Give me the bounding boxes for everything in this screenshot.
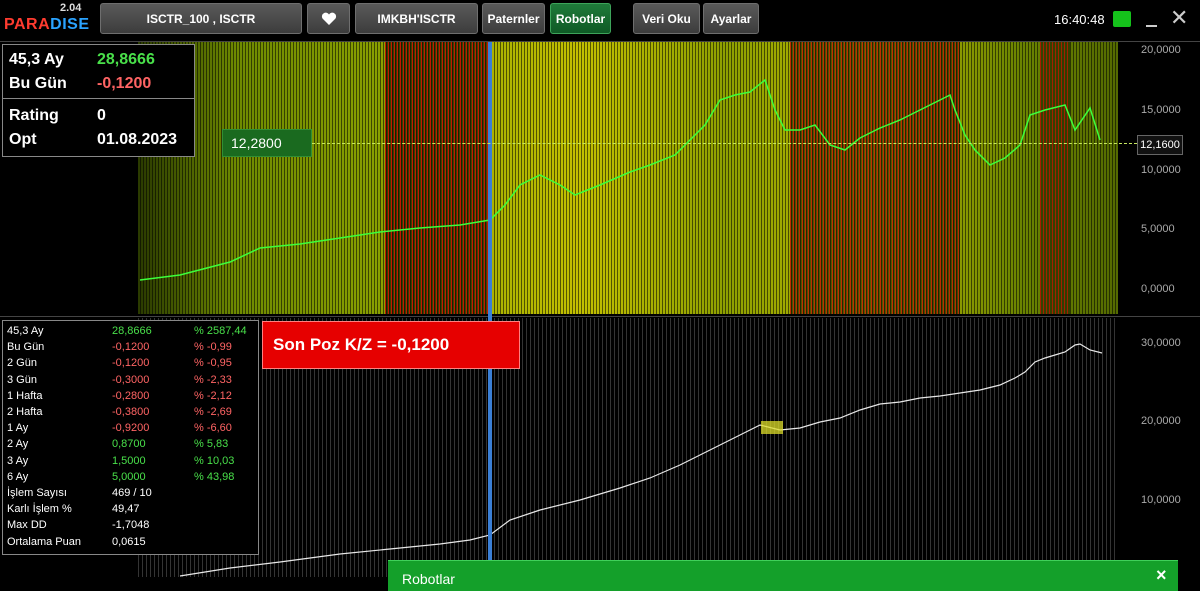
summary-box: 45,3 Ay 28,8666 Bu Gün -0,1200 Rating 0 Opt… [2,44,195,157]
stats-label: 3 Ay [7,454,29,467]
stats-percent: % 10,03 [194,454,235,467]
stats-percent: % -6,60 [194,422,232,435]
stats-label: 6 Ay [7,470,29,483]
stats-label: Karlı İşlem % [7,503,72,516]
stats-label: 1 Hafta [7,389,43,402]
stats-row: Max DD -1,7048 [7,519,257,533]
stats-label: 1 Ay [7,422,29,435]
stats-label: Ortalama Puan [7,535,81,548]
summary-row: Rating 0 [9,107,106,124]
stats-percent: % 43,98 [194,470,235,483]
stats-label: Bu Gün [7,341,45,354]
stats-value: -0,9200 [112,422,150,435]
stats-percent: % -0,99 [194,341,232,354]
stats-value: -0,1200 [112,341,150,354]
last-position-pnl-banner: Son Poz K/Z = -0,1200 [262,321,520,369]
stats-value: -0,3000 [112,373,150,386]
stats-label: İşlem Sayısı [7,487,67,499]
divider [3,98,194,99]
cursor-line[interactable] [488,42,492,577]
stats-row: Ortalama Puan 0,0615 [7,536,257,550]
stats-row: 2 Hafta -0,3800 % -2,69 [7,406,257,420]
stats-row: 6 Ay 5,0000 % 43,98 [7,471,257,485]
current-price-line [312,143,1137,144]
stats-value: 49,47 [112,503,140,516]
current-price-tag: 12,2800 [222,129,312,157]
stats-value: 1,5000 [112,454,146,467]
stats-label: 2 Ay [7,438,29,451]
stats-label: 2 Gün [7,357,37,370]
stats-row: 3 Ay 1,5000 % 10,03 [7,455,257,469]
stats-value: 0,8700 [112,438,146,451]
stats-row: 2 Gün -0,1200 % -0,95 [7,357,257,371]
summary-row: Opt 01.08.2023 [9,131,178,148]
stats-percent: % -2,69 [194,406,232,418]
stats-row: 1 Ay -0,9200 % -6,60 [7,422,257,436]
stats-percent: % -0,95 [194,357,232,370]
stats-value: 5,0000 [112,470,146,483]
stats-percent: % 2587,44 [194,325,247,337]
stats-row: 2 Ay 0,8700 % 5,83 [7,438,257,452]
stats-row: Karlı İşlem % 49,47 [7,503,257,517]
stats-row: İşlem Sayısı 469 / 10 [7,487,257,501]
performance-stats-panel: 45,3 Ay 28,8666 % 2587,44 Bu Gün -0,1200 % -0… [2,320,259,555]
stats-value: 28,8666 [112,325,152,337]
stats-percent: % 5,83 [194,438,229,451]
stats-percent: % -2,33 [194,373,232,386]
stats-label: 3 Gün [7,373,37,386]
price-line [139,78,1101,281]
stats-row: Bu Gün -0,1200 % -0,99 [7,341,257,355]
stats-percent: % -2,12 [194,389,232,402]
summary-row: 45,3 Ay 28,8666 [9,51,155,68]
stats-value: -0,1200 [112,357,150,370]
stats-row: 45,3 Ay 28,8666 % 2587,44 [7,325,257,339]
stats-value: -1,7048 [112,519,150,532]
stats-label: 2 Hafta [7,406,43,418]
stats-row: 3 Gün -0,3000 % -2,33 [7,374,257,388]
stats-value: 469 / 10 [112,487,152,499]
robots-panel[interactable]: Robotlar × [388,560,1178,591]
equity-line [179,343,1103,577]
stats-row: 1 Hafta -0,2800 % -2,12 [7,390,257,404]
stats-value: 0,0615 [112,535,146,548]
stats-label: Max DD [7,519,47,532]
stats-value: -0,2800 [112,389,150,402]
stats-label: 45,3 Ay [7,325,44,337]
robots-panel-title: Robotlar [402,571,455,587]
close-icon[interactable]: × [1156,565,1167,586]
stats-value: -0,3800 [112,406,150,418]
summary-row: Bu Gün -0,1200 [9,75,152,92]
position-highlight [761,421,783,434]
